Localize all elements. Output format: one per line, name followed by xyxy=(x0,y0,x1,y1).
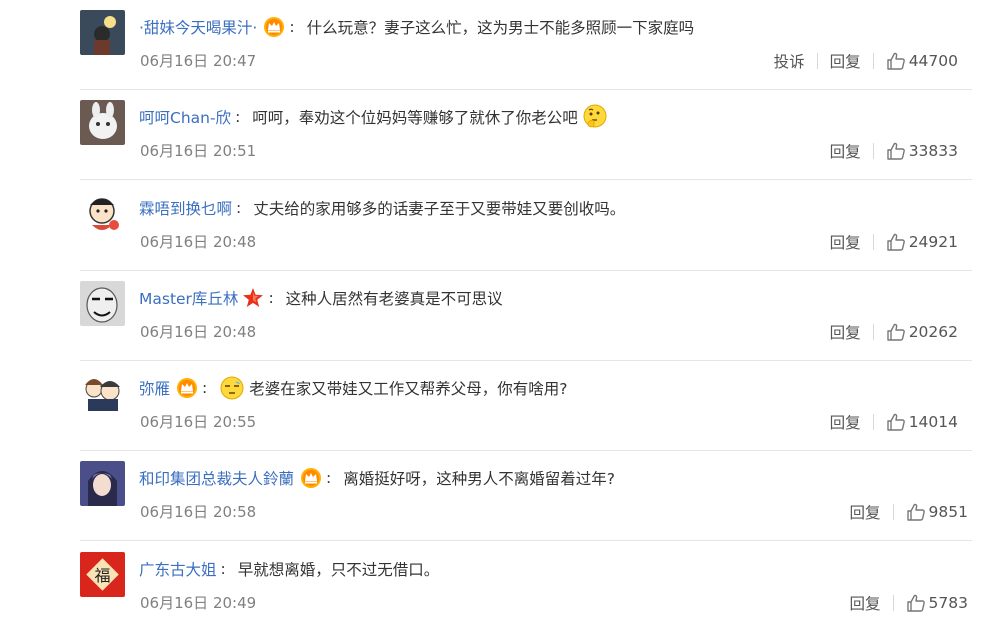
reply-link[interactable]: 回复 xyxy=(830,231,861,253)
colon: : xyxy=(236,199,242,217)
star-badge-icon xyxy=(242,287,264,309)
thumbs-up-icon xyxy=(886,141,906,161)
avatar[interactable] xyxy=(80,100,125,145)
comment-time: 06月16日 20:48 xyxy=(140,323,257,341)
like-button[interactable]: 5783 xyxy=(906,593,968,613)
thumbs-up-icon xyxy=(886,51,906,71)
divider xyxy=(872,234,874,250)
colon: : xyxy=(289,18,295,36)
avatar[interactable] xyxy=(80,461,125,506)
username[interactable]: ·甜妹今天喝果汁· xyxy=(139,16,257,38)
username[interactable]: 弥雁 xyxy=(139,377,170,399)
like-button[interactable]: 33833 xyxy=(886,141,958,161)
avatar[interactable]: 福 xyxy=(80,552,125,597)
username[interactable]: 呵呵Chan-欣 xyxy=(139,106,231,128)
avatar-fu-text: 福 xyxy=(94,566,110,585)
thumbs-up-icon xyxy=(886,232,906,252)
comment-text: 呵呵，奉劝这个位妈妈等赚够了就休了你老公吧 xyxy=(252,109,578,127)
comment-time: 06月16日 20:51 xyxy=(140,142,257,160)
reply-link[interactable]: 回复 xyxy=(830,140,861,162)
divider xyxy=(872,143,874,159)
colon: : xyxy=(202,379,208,397)
comment-item: 呵呵Chan-欣 : 呵呵，奉劝这个位妈妈等赚够了就休了你老公吧 06月16日 … xyxy=(0,90,1000,180)
comment-time: 06月16日 20:55 xyxy=(140,413,257,431)
comment-actions: 回复 20262 xyxy=(830,321,958,343)
comment-actions: 回复 24921 xyxy=(830,231,958,253)
username[interactable]: 广东古大姐 xyxy=(139,558,217,580)
comment-text: 丈夫给的家用够多的话妻子至于又要带娃又要创收吗。 xyxy=(253,200,626,218)
divider xyxy=(892,504,894,520)
thumbs-up-icon xyxy=(886,412,906,432)
comment-item: 弥雁 : 老婆在家又带娃又工作又帮养父母，你有啥用? 06月16日 20:55 … xyxy=(0,361,1000,451)
like-count: 33833 xyxy=(908,142,958,160)
like-button[interactable]: 20262 xyxy=(886,322,958,342)
like-button[interactable]: 14014 xyxy=(886,412,958,432)
like-button[interactable]: 44700 xyxy=(886,51,958,71)
like-count: 24921 xyxy=(908,233,958,251)
comment-time: 06月16日 20:48 xyxy=(140,233,257,251)
colon: : xyxy=(220,560,226,578)
like-count: 44700 xyxy=(908,52,958,70)
like-count: 5783 xyxy=(928,594,968,612)
comment-time: 06月16日 20:49 xyxy=(140,594,257,612)
thumbs-up-icon xyxy=(906,502,926,522)
avatar[interactable] xyxy=(80,281,125,326)
thumbs-up-icon xyxy=(886,322,906,342)
comment-time: 06月16日 20:58 xyxy=(140,503,257,521)
comment-item: ·甜妹今天喝果汁· : 什么玩意？妻子这么忙，这为男士不能多照顾一下家庭吗 06… xyxy=(0,0,1000,90)
comment-item: 和印集团总裁夫人鈴蘭 : 离婚挺好呀，这种男人不离婚留着过年? 06月16日 2… xyxy=(0,451,1000,541)
username[interactable]: 和印集团总裁夫人鈴蘭 xyxy=(139,467,294,489)
comment-text: 离婚挺好呀，这种男人不离婚留着过年? xyxy=(343,470,615,488)
username[interactable]: Master库丘林 xyxy=(139,287,238,309)
crown-badge-icon xyxy=(300,467,322,489)
divider xyxy=(872,53,874,69)
reply-link[interactable]: 回复 xyxy=(830,50,861,72)
comment-actions: 回复 33833 xyxy=(830,140,958,162)
comment-time: 06月16日 20:47 xyxy=(140,52,257,70)
reply-link[interactable]: 回复 xyxy=(830,411,861,433)
comment-text: 什么玩意？妻子这么忙，这为男士不能多照顾一下家庭吗 xyxy=(306,19,695,37)
like-button[interactable]: 24921 xyxy=(886,232,958,252)
avatar[interactable] xyxy=(80,191,125,236)
comment-item: Master库丘林 : 这种人居然有老婆真是不可思议 06月16日 20:48 … xyxy=(0,271,1000,361)
like-count: 20262 xyxy=(908,323,958,341)
row-divider xyxy=(80,540,972,541)
divider xyxy=(872,324,874,340)
username[interactable]: 霖唔到换乜啊 xyxy=(139,197,232,219)
comment-text: 早就想离婚，只不过无借口。 xyxy=(237,561,440,579)
like-button[interactable]: 9851 xyxy=(906,502,968,522)
divider xyxy=(816,53,818,69)
comment-item: 福 广东古大姐 : 早就想离婚，只不过无借口。 06月16日 20:49 回复 … xyxy=(0,542,1000,632)
comment-text: 老婆在家又带娃又工作又帮养父母，你有啥用? xyxy=(249,380,568,398)
crown-badge-icon xyxy=(263,16,285,38)
avatar[interactable] xyxy=(80,371,125,416)
comment-actions: 回复 5783 xyxy=(850,592,968,614)
like-count: 14014 xyxy=(908,413,958,431)
comment-item: 霖唔到换乜啊 : 丈夫给的家用够多的话妻子至于又要带娃又要创收吗。 06月16日… xyxy=(0,181,1000,271)
thumbs-up-icon xyxy=(906,593,926,613)
reply-link[interactable]: 回复 xyxy=(850,592,881,614)
colon: : xyxy=(235,108,241,126)
comment-actions: 投诉 回复 44700 xyxy=(774,50,958,72)
row-divider xyxy=(80,179,972,180)
thinking-emoji-icon xyxy=(582,104,608,130)
colon: : xyxy=(268,289,274,307)
unamused-emoji-icon xyxy=(219,375,245,401)
comment-actions: 回复 9851 xyxy=(850,501,968,523)
crown-badge-icon xyxy=(176,377,198,399)
report-link[interactable]: 投诉 xyxy=(774,50,805,72)
comment-actions: 回复 14014 xyxy=(830,411,958,433)
reply-link[interactable]: 回复 xyxy=(830,321,861,343)
reply-link[interactable]: 回复 xyxy=(850,501,881,523)
divider xyxy=(872,414,874,430)
like-count: 9851 xyxy=(928,503,968,521)
divider xyxy=(892,595,894,611)
colon: : xyxy=(326,469,332,487)
comment-text: 这种人居然有老婆真是不可思议 xyxy=(285,290,503,308)
avatar[interactable] xyxy=(80,10,125,55)
